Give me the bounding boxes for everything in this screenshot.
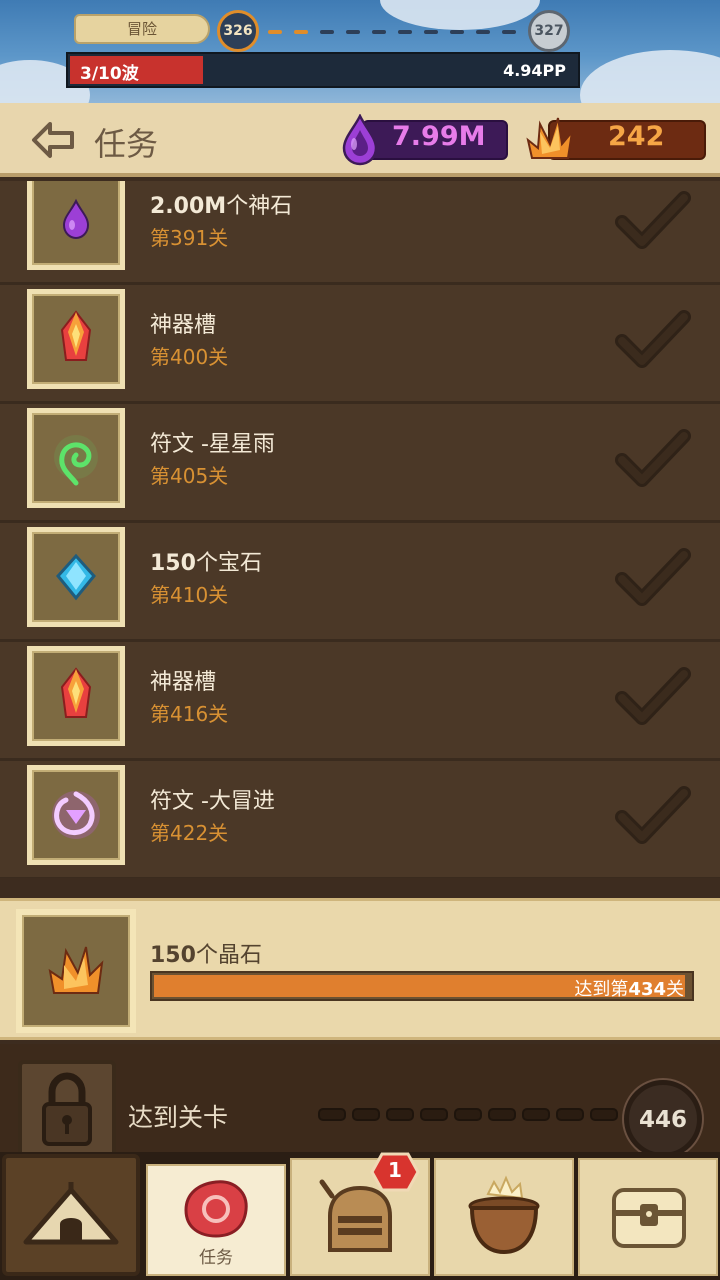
quest-row[interactable]: 符文 -星星雨 第405关 bbox=[0, 404, 720, 523]
wave-counter: 3/10波 bbox=[80, 64, 139, 84]
purple-resource-value: 7.99M bbox=[392, 121, 486, 152]
completed-check-icon bbox=[615, 191, 691, 249]
quest-stage: 第400关 bbox=[150, 345, 229, 369]
quest-reward-frame bbox=[27, 289, 125, 389]
quest-seal-icon bbox=[184, 1180, 248, 1238]
purple-drop-icon bbox=[62, 198, 90, 240]
unlock-progress-segment bbox=[488, 1108, 516, 1121]
nav-tab-label: 任务 bbox=[199, 1248, 233, 1268]
quest-row[interactable]: 150个宝石 第410关 bbox=[0, 523, 720, 642]
completed-check-icon bbox=[615, 310, 691, 368]
purple-rune-icon bbox=[52, 791, 100, 839]
level-progress-dash bbox=[294, 30, 308, 34]
quest-title: 符文 -大冒进 bbox=[150, 789, 275, 814]
wave-progress-bar: 3/10波 4.94PP bbox=[66, 52, 580, 88]
orange-resource-value: 242 bbox=[608, 121, 665, 152]
quest-row[interactable]: 2.00M个神石 第391关 bbox=[0, 181, 720, 285]
completed-check-icon bbox=[615, 667, 691, 725]
current-quest-title: 150个晶石 bbox=[150, 943, 262, 968]
unlock-progress-segment bbox=[522, 1108, 550, 1121]
level-progress-dash bbox=[502, 30, 516, 34]
quest-title: 符文 -星星雨 bbox=[150, 432, 275, 457]
red-gem-icon bbox=[60, 310, 92, 361]
page-title: 任务 bbox=[94, 125, 159, 163]
quest-stage: 第410关 bbox=[150, 583, 229, 607]
next-level-indicator: 327 bbox=[528, 10, 570, 52]
notification-badge-count: 1 bbox=[388, 1158, 402, 1182]
locked-feature-box bbox=[18, 1060, 116, 1160]
quest-header: 任务 7.99M 242 bbox=[0, 103, 720, 177]
current-quest-reward-frame bbox=[16, 909, 136, 1033]
level-progress-dash bbox=[268, 30, 282, 34]
nav-home-tent-button[interactable] bbox=[2, 1154, 140, 1276]
orange-crystal-icon bbox=[526, 117, 574, 159]
adventure-tag[interactable]: 冒险 bbox=[74, 14, 210, 44]
current-quest-progress-text: 达到第434关 bbox=[574, 979, 684, 1000]
nav-tab-quests[interactable]: 任务 bbox=[146, 1164, 286, 1276]
bottom-navigation: 任务 bbox=[0, 1152, 720, 1280]
unlock-progress-segment bbox=[420, 1108, 448, 1121]
quest-row[interactable]: 神器槽 第416关 bbox=[0, 642, 720, 761]
level-progress-dash bbox=[320, 30, 334, 34]
unlock-progress-segment bbox=[556, 1108, 584, 1121]
tent-icon bbox=[23, 1182, 119, 1245]
level-progress-dash bbox=[346, 30, 360, 34]
completed-check-icon bbox=[615, 429, 691, 487]
quest-title: 神器槽 bbox=[150, 670, 217, 695]
unlock-progress-segment bbox=[352, 1108, 380, 1121]
back-arrow-icon bbox=[32, 122, 74, 158]
unlock-requirement-label: 达到关卡 bbox=[128, 1103, 229, 1132]
cauldron-icon bbox=[468, 1175, 540, 1255]
quest-title: 神器槽 bbox=[150, 313, 217, 338]
quest-reward-frame bbox=[27, 527, 125, 627]
unlock-level-badge: 446 bbox=[624, 1080, 702, 1158]
purple-resource-counter: 7.99M bbox=[340, 114, 510, 166]
quest-reward-frame bbox=[27, 408, 125, 508]
unlock-progress-segment bbox=[318, 1108, 346, 1121]
quest-stage: 第405关 bbox=[150, 464, 229, 488]
unlock-progress-segment bbox=[590, 1108, 618, 1121]
unlock-progress-segment bbox=[386, 1108, 414, 1121]
unlock-progress-segment bbox=[454, 1108, 482, 1121]
quest-row[interactable]: 神器槽 第400关 bbox=[0, 285, 720, 404]
quest-stage: 第416关 bbox=[150, 702, 229, 726]
treasure-chest-icon bbox=[612, 1188, 686, 1248]
quest-reward-frame bbox=[27, 646, 125, 746]
current-level-indicator: 326 bbox=[217, 10, 259, 52]
unlock-requirement-bar: 达到关卡 446 bbox=[0, 1044, 720, 1164]
cloud-decoration bbox=[380, 0, 540, 30]
quest-row[interactable]: 符文 -大冒进 第422关 bbox=[0, 761, 720, 878]
pp-value: 4.94PP bbox=[503, 61, 566, 80]
quest-title: 150个宝石 bbox=[150, 551, 262, 576]
blue-gem-icon bbox=[56, 553, 96, 601]
cloud-decoration bbox=[580, 50, 720, 103]
level-progress-dash bbox=[398, 30, 412, 34]
green-swirl-rune-icon bbox=[54, 435, 98, 486]
unlock-level-value: 446 bbox=[638, 1107, 687, 1133]
level-progress-dash bbox=[372, 30, 386, 34]
back-button[interactable] bbox=[30, 119, 76, 161]
quest-list[interactable]: 2.00M个神石 第391关 神器槽 第400关 符文 -星星雨 第405关 1… bbox=[0, 181, 720, 878]
current-quest-panel[interactable]: 150个晶石 达到第434关 bbox=[0, 898, 720, 1040]
completed-check-icon bbox=[615, 786, 691, 844]
padlock-icon bbox=[42, 1072, 92, 1146]
completed-check-icon bbox=[615, 548, 691, 606]
current-quest-progress-bar: 达到第434关 bbox=[150, 971, 694, 1001]
nav-tab-chest[interactable] bbox=[578, 1158, 718, 1276]
purple-drop-icon bbox=[342, 114, 378, 166]
orange-crystal-icon bbox=[48, 946, 104, 994]
quest-stage: 第422关 bbox=[150, 821, 229, 845]
quest-stage: 第391关 bbox=[150, 226, 229, 250]
orange-resource-counter: 242 bbox=[524, 114, 708, 164]
quest-reward-frame bbox=[27, 765, 125, 865]
notification-badge: 1 bbox=[370, 1150, 420, 1194]
adventure-bar: 冒险 326 327 3/10波 4.94PP bbox=[0, 0, 720, 103]
red-gem-icon bbox=[60, 667, 92, 718]
level-progress-dash bbox=[476, 30, 490, 34]
nav-tab-cauldron[interactable] bbox=[434, 1158, 574, 1276]
quest-title: 2.00M个神石 bbox=[150, 194, 293, 219]
level-progress-dash bbox=[450, 30, 464, 34]
level-progress-dash bbox=[424, 30, 438, 34]
quest-reward-frame bbox=[27, 181, 125, 270]
